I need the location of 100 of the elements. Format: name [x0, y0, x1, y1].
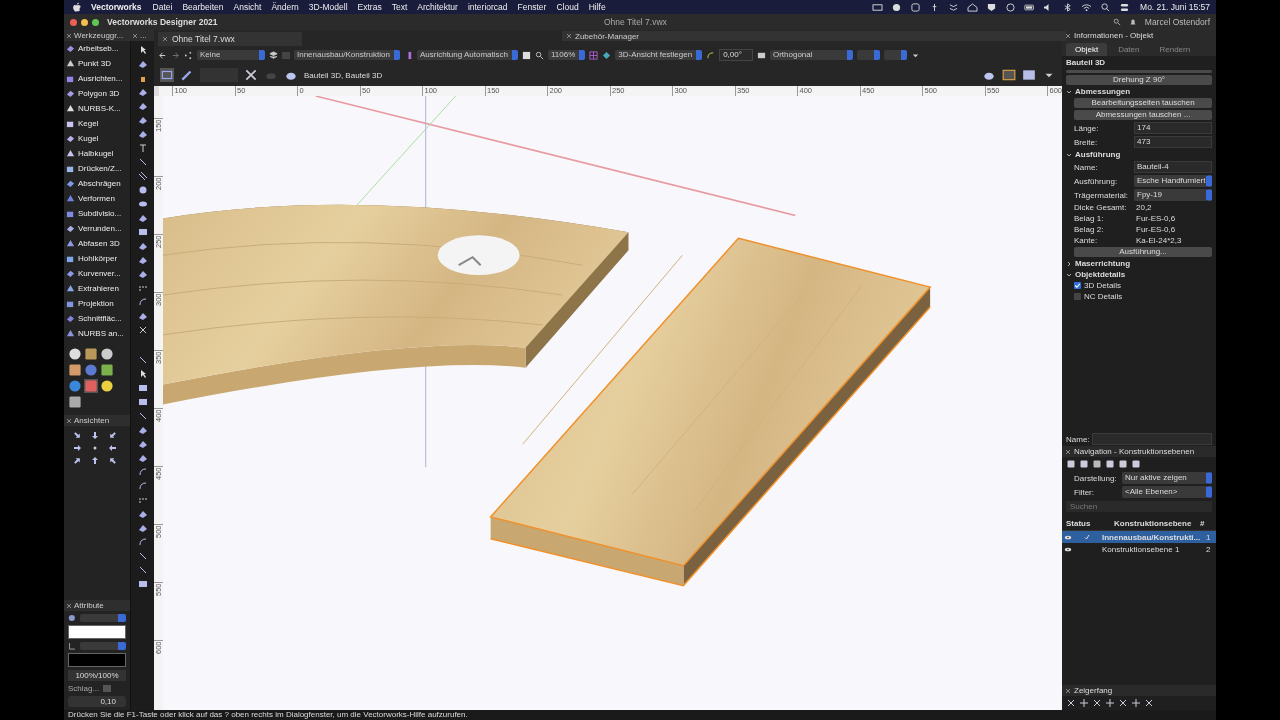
3d-tool-icon[interactable] [100, 363, 114, 377]
dropdown[interactable]: Esche Handfurniert [1134, 175, 1212, 187]
3d-tool-icon[interactable] [68, 395, 82, 409]
snap-icon[interactable] [1144, 698, 1154, 708]
tool-icon[interactable] [137, 101, 148, 111]
tool-icon[interactable] [137, 355, 148, 365]
tool-set-item[interactable]: Kurvenver... [64, 266, 130, 281]
filter-dropdown[interactable]: <Alle Ebenen> [1122, 486, 1212, 498]
tool-icon[interactable] [137, 537, 148, 547]
section-title[interactable]: Objektdetails [1075, 270, 1126, 279]
tool-icon[interactable] [137, 453, 148, 463]
menu-item[interactable]: 3D-Modell [308, 2, 348, 12]
document-tab[interactable]: Ohne Titel 7.vwx [158, 32, 302, 46]
menu-item[interactable]: Ändern [271, 2, 299, 12]
tool-icon[interactable] [137, 579, 148, 589]
tool-set-item[interactable]: Hohlkörper [64, 251, 130, 266]
app-menu[interactable]: Vectorworks [91, 2, 142, 12]
layer-row[interactable]: Konstruktionsebene 1 2 [1062, 543, 1216, 555]
tool-icon[interactable] [137, 509, 148, 519]
menu-item[interactable]: Extras [357, 2, 382, 12]
tool-icon[interactable] [137, 311, 148, 321]
3d-tool-icon[interactable] [100, 379, 114, 393]
tool-icon[interactable] [137, 255, 148, 265]
tool-icon[interactable] [137, 227, 148, 237]
pen-color-swatch[interactable] [68, 653, 126, 667]
close-icon[interactable] [66, 417, 72, 424]
zoom-window-button[interactable] [92, 18, 99, 26]
snap-icon[interactable] [1118, 698, 1128, 708]
display-dropdown[interactable]: Nur aktive zeigen [1122, 472, 1212, 484]
compass-icon[interactable] [891, 2, 903, 12]
tool-set-item[interactable]: Polygon 3D [64, 86, 130, 101]
selection-mode-icon[interactable] [160, 68, 174, 82]
tool-set-item[interactable]: Punkt 3D [64, 56, 130, 71]
zoom-dropdown[interactable]: 1106% [548, 50, 586, 60]
close-icon[interactable] [1065, 32, 1071, 39]
tool-set-item[interactable]: Halbkugel [64, 146, 130, 161]
input-field[interactable]: Bauteil-4 [1134, 161, 1212, 173]
chevron-icon[interactable] [1066, 88, 1072, 95]
tool-icon[interactable] [137, 467, 148, 477]
menu-item[interactable]: Fenster [517, 2, 547, 12]
eye-icon[interactable] [1064, 546, 1072, 552]
tool-set-item[interactable]: NURBS an... [64, 326, 130, 341]
snap-icon[interactable] [1131, 698, 1141, 708]
snap-icon[interactable] [1105, 698, 1115, 708]
sheet-icon[interactable] [1022, 68, 1036, 82]
tool-icon[interactable] [137, 523, 148, 533]
tool-set-item[interactable]: Kugel [64, 131, 130, 146]
tool-icon[interactable] [137, 87, 148, 97]
3d-tool-icon[interactable] [84, 347, 98, 361]
menu-item[interactable]: Hilfe [588, 2, 606, 12]
dropdown[interactable]: Fpy-19 [1134, 189, 1212, 201]
tool-set-item[interactable]: Ausrichten... [64, 71, 130, 86]
frame-icon[interactable] [1002, 68, 1016, 82]
control-center-icon[interactable] [1119, 2, 1131, 12]
tool-icon[interactable] [137, 297, 148, 307]
tool-icon[interactable] [137, 269, 148, 279]
close-icon[interactable] [1065, 448, 1071, 455]
close-icon[interactable] [1065, 687, 1071, 694]
wifi-icon[interactable] [1081, 2, 1093, 12]
menu-item[interactable]: Text [391, 2, 408, 12]
input-field[interactable]: 174 [1134, 122, 1212, 134]
tool-set-item[interactable]: Schnittfläc... [64, 311, 130, 326]
tool-icon[interactable] [137, 565, 148, 575]
shield-icon[interactable] [986, 2, 998, 12]
3d-tool-icon[interactable] [68, 363, 82, 377]
tool-set-item[interactable]: Extrahieren [64, 281, 130, 296]
tool-set-item[interactable]: Arbeitseb... [64, 41, 130, 56]
tool-icon[interactable] [137, 551, 148, 561]
minimize-window-button[interactable] [81, 18, 88, 26]
search-icon[interactable] [1100, 2, 1112, 12]
info-tab[interactable]: Rendern [1150, 43, 1200, 56]
tool-icon[interactable] [137, 129, 148, 139]
menu-item[interactable]: interiorcad [467, 2, 508, 12]
tool-set-item[interactable]: Kegel [64, 116, 130, 131]
tool-icon[interactable] [137, 481, 148, 491]
tool-icon[interactable] [137, 59, 148, 69]
class-dropdown[interactable]: Keine [197, 50, 265, 60]
tool-icon[interactable] [137, 241, 148, 251]
3d-tool-icon[interactable] [100, 347, 114, 361]
info-tab[interactable]: Objekt [1066, 43, 1108, 56]
column-header[interactable]: Status [1066, 519, 1114, 528]
checkbox[interactable] [1074, 293, 1081, 300]
layers-icon[interactable] [269, 50, 278, 60]
info-tab[interactable]: Daten [1109, 43, 1149, 56]
close-icon[interactable] [162, 36, 168, 42]
panel-button[interactable]: Ausführung... [1074, 247, 1212, 257]
menu-item[interactable]: Bearbeiten [182, 2, 224, 12]
checkbox[interactable] [1074, 282, 1081, 289]
alignment-dropdown[interactable]: Ausrichtung Automatisch [416, 50, 518, 60]
snap-icon[interactable] [1079, 698, 1089, 708]
tool-icon[interactable] [137, 213, 148, 223]
layer-dropdown[interactable]: Innenausbau/Konstruktion [294, 50, 400, 60]
section-title[interactable]: Maserrichtung [1075, 259, 1131, 268]
menu-item[interactable]: Cloud [556, 2, 579, 12]
window-icon[interactable] [910, 2, 922, 12]
zoom-icon[interactable] [535, 50, 544, 60]
column-header[interactable]: # [1200, 519, 1210, 528]
layer-row[interactable]: Innenausbau/Konstrukti... 1 [1062, 531, 1216, 543]
clock-icon[interactable] [1005, 2, 1017, 12]
battery-icon[interactable] [1024, 2, 1036, 12]
